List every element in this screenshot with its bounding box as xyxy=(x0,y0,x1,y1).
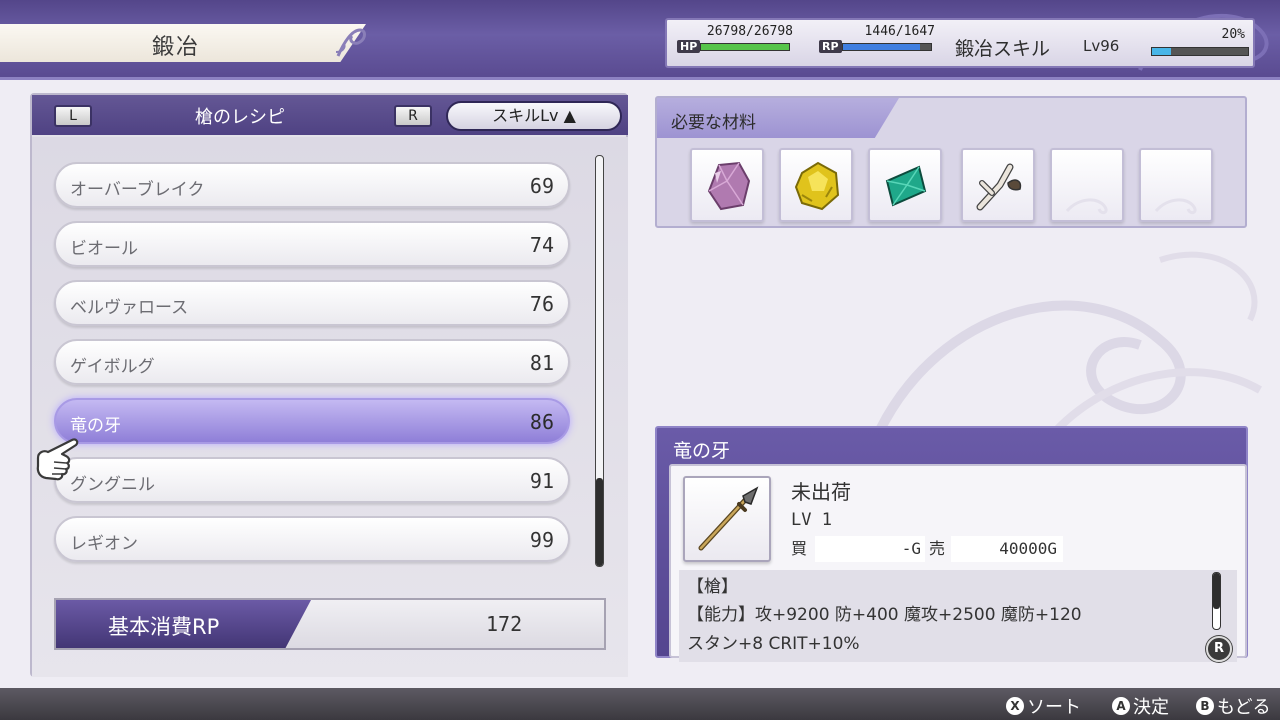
next-category-button[interactable]: R xyxy=(394,105,432,127)
recipe-level: 86 xyxy=(529,410,554,434)
emerald-icon xyxy=(885,165,927,207)
item-description: 【槍】 【能力】攻+9200 防+400 魔攻+2500 魔防+120 スタン+… xyxy=(679,570,1237,662)
base-rp-box: 基本消費RP 172 xyxy=(54,598,606,650)
recipe-level: 69 xyxy=(529,174,554,198)
skill-progress-text: 20% xyxy=(1221,27,1245,42)
recipe-level: 81 xyxy=(529,351,554,375)
background-swirl-decoration xyxy=(875,251,1262,450)
recipe-item[interactable]: レギオン 99 xyxy=(54,516,570,562)
materials-title: 必要な材料 xyxy=(671,113,756,133)
material-slot-empty xyxy=(1139,148,1213,222)
spear-icon xyxy=(698,486,759,551)
hp-bar xyxy=(700,42,791,51)
item-category: 【槍】 xyxy=(687,577,738,597)
recipe-name: 竜の牙 xyxy=(70,416,121,436)
sell-label: 売 xyxy=(929,539,946,558)
skill-level: Lv96 xyxy=(1083,37,1120,55)
sort-hint-label: ソート xyxy=(1027,697,1081,718)
sort-hint[interactable]: X ソート xyxy=(1006,693,1081,719)
recipe-item[interactable]: オーバーブレイク 69 xyxy=(54,162,570,208)
recipe-name: レギオン xyxy=(70,534,138,554)
item-abilities: 【能力】攻+9200 防+400 魔攻+2500 魔防+120 xyxy=(687,605,1082,625)
rp-label: RP xyxy=(819,40,842,53)
material-slot[interactable] xyxy=(779,148,853,222)
x-button-icon: X xyxy=(1006,697,1024,715)
material-slot-empty xyxy=(1050,148,1124,222)
pointer-hand-icon xyxy=(36,438,79,481)
item-detail-panel: 竜の牙 未出荷 LV 1 買 -G 売 40000G 【槍】 【能力】攻+920… xyxy=(655,426,1248,662)
base-rp-value: 172 xyxy=(486,612,523,636)
back-hint[interactable]: B もどる xyxy=(1196,693,1271,719)
description-scrollbar[interactable] xyxy=(1212,572,1221,630)
material-slot[interactable] xyxy=(868,148,942,222)
recipe-name: ゲイボルグ xyxy=(70,357,155,377)
empty-slot-swirl-icon xyxy=(1065,198,1108,215)
confirm-hint-label: 決定 xyxy=(1133,697,1169,718)
recipe-name: ビオール xyxy=(70,239,138,259)
recipe-item-selected[interactable]: 竜の牙 86 xyxy=(54,398,570,444)
recipe-name: ベルヴァロース xyxy=(70,298,189,318)
rp-bar xyxy=(841,42,932,51)
recipe-panel: L 槍のレシピ R スキルLv ▲ オーバーブレイク 69 ビオール 74 ベル… xyxy=(30,93,628,677)
recipe-list-scrollbar[interactable] xyxy=(595,155,604,567)
screen-title: 鍛冶 xyxy=(152,35,201,60)
footer-hints: X ソート A 決定 B もどる xyxy=(0,688,1280,720)
recipe-category-title: 槍のレシピ xyxy=(195,107,285,128)
recipe-item[interactable]: ベルヴァロース 76 xyxy=(54,280,570,326)
recipe-item[interactable]: グングニル 91 xyxy=(54,457,570,503)
recipe-name: オーバーブレイク xyxy=(70,180,205,200)
skill-progress-bar xyxy=(1151,47,1249,56)
rp-value: 1446/1647 xyxy=(864,24,935,39)
recipe-list: オーバーブレイク 69 ビオール 74 ベルヴァロース 76 ゲイボルグ 81 … xyxy=(32,137,628,677)
b-button-icon: B xyxy=(1196,697,1214,715)
materials-panel: 必要な材料 xyxy=(655,96,1247,228)
price-row: 買 -G 売 40000G xyxy=(791,536,1063,562)
empty-slot-swirl-icon xyxy=(1154,198,1197,215)
ship-status: 未出荷 xyxy=(791,480,851,504)
recipe-item[interactable]: ビオール 74 xyxy=(54,221,570,267)
base-rp-label: 基本消費RP xyxy=(108,615,220,639)
amethyst-icon xyxy=(707,161,751,211)
prev-category-button[interactable]: L xyxy=(54,105,92,127)
item-name: 竜の牙 xyxy=(673,440,731,462)
back-hint-label: もどる xyxy=(1217,697,1271,718)
hp-block: 26798/26798 HP xyxy=(677,24,793,53)
gold-ore-icon xyxy=(794,161,840,211)
recipe-list-scroll-thumb[interactable] xyxy=(596,478,603,566)
rp-block: 1446/1647 RP xyxy=(819,24,935,53)
confirm-hint[interactable]: A 決定 xyxy=(1112,693,1169,719)
hp-value: 26798/26798 xyxy=(706,24,793,39)
status-panel: 26798/26798 HP 1446/1647 RP 鍛冶スキル Lv96 2… xyxy=(665,18,1255,68)
a-button-icon: A xyxy=(1112,697,1130,715)
recipe-level: 99 xyxy=(529,528,554,552)
sell-price: 40000G xyxy=(951,536,1063,562)
recipe-level: 76 xyxy=(529,292,554,316)
recipe-item[interactable]: ゲイボルグ 81 xyxy=(54,339,570,385)
item-icon-box xyxy=(683,476,771,562)
recipe-level: 91 xyxy=(529,469,554,493)
title-ornament-icon xyxy=(335,28,366,57)
material-slot[interactable] xyxy=(961,148,1035,222)
screen-title-plate: 鍛冶 xyxy=(0,24,366,62)
top-banner: 鍛冶 26798/26798 HP 1446/1647 RP 鍛冶スキル Lv9… xyxy=(0,0,1280,80)
sort-dropdown[interactable]: スキルLv ▲ xyxy=(446,101,622,131)
buy-label: 買 xyxy=(791,539,808,558)
branch-icon xyxy=(976,163,1022,211)
right-stick-scroll-icon: R xyxy=(1206,636,1232,662)
recipe-level: 74 xyxy=(529,233,554,257)
material-slot[interactable] xyxy=(690,148,764,222)
hp-label: HP xyxy=(677,40,701,53)
item-extra-effects: スタン+8 CRIT+10% xyxy=(687,634,860,654)
buy-price: -G xyxy=(815,536,925,562)
item-level: LV 1 xyxy=(791,510,832,530)
skill-name: 鍛冶スキル xyxy=(955,38,1051,60)
item-detail-card: 未出荷 LV 1 買 -G 売 40000G 【槍】 【能力】攻+9200 防+… xyxy=(669,464,1247,662)
recipe-panel-header: L 槍のレシピ R スキルLv ▲ xyxy=(32,95,628,135)
